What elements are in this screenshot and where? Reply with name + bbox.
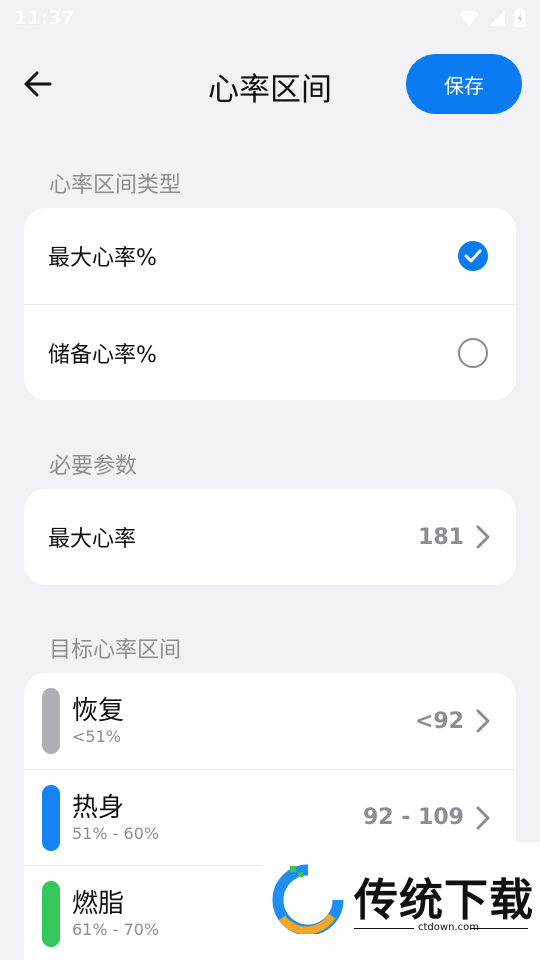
zone-range: 51% - 60%	[72, 823, 160, 843]
section-label-params: 必要参数	[49, 454, 138, 479]
zone-text: 热身 51% - 60%	[72, 792, 363, 844]
chevron-right-icon	[476, 525, 490, 549]
zone-value: 92 - 109	[363, 805, 464, 830]
radio-checked-icon[interactable]	[458, 241, 488, 271]
watermark-logo-icon	[272, 864, 344, 934]
option-max-hr-percent[interactable]: 最大心率%	[24, 208, 516, 304]
watermark-divider	[470, 928, 528, 929]
max-hr-value: 181	[418, 524, 464, 550]
zone-color-bar	[42, 688, 60, 754]
option-label: 最大心率%	[48, 246, 157, 271]
section-label-type: 心率区间类型	[49, 173, 182, 198]
zone-name: 恢复	[72, 696, 125, 726]
max-hr-row[interactable]: 最大心率 181	[24, 489, 516, 585]
zone-name: 热身	[72, 792, 125, 823]
save-button[interactable]: 保存	[406, 54, 522, 114]
section-label-zones: 目标心率区间	[49, 638, 182, 663]
zone-row-recovery[interactable]: 恢复 <51% <92	[24, 673, 516, 769]
zone-color-bar	[42, 880, 60, 947]
watermark-divider	[354, 928, 414, 929]
zone-color-bar	[42, 784, 60, 851]
status-time: 11:37	[14, 7, 75, 29]
type-options-card: 最大心率% 储备心率%	[24, 208, 516, 400]
battery-icon	[514, 8, 526, 28]
signal-icon	[489, 10, 505, 26]
top-app-bar: 心率区间 保存	[0, 52, 540, 116]
max-hr-label: 最大心率	[48, 527, 137, 552]
wifi-icon	[459, 10, 479, 26]
watermark: 传统下载 ctdown.com	[262, 842, 540, 960]
status-bar: 11:37	[0, 0, 540, 36]
chevron-right-icon	[476, 806, 490, 829]
zone-range: <51%	[72, 727, 121, 746]
checkmark-icon	[464, 249, 482, 263]
status-icons	[458, 8, 526, 28]
option-reserve-hr-percent[interactable]: 储备心率%	[24, 304, 516, 400]
params-card: 最大心率 181	[24, 489, 516, 585]
radio-unchecked-icon[interactable]	[458, 337, 488, 368]
zone-text: 恢复 <51%	[72, 695, 415, 747]
chevron-right-icon	[476, 709, 490, 733]
option-label: 储备心率%	[48, 342, 157, 368]
zone-value: <92	[414, 708, 464, 734]
watermark-brand: 传统下载	[354, 875, 534, 926]
